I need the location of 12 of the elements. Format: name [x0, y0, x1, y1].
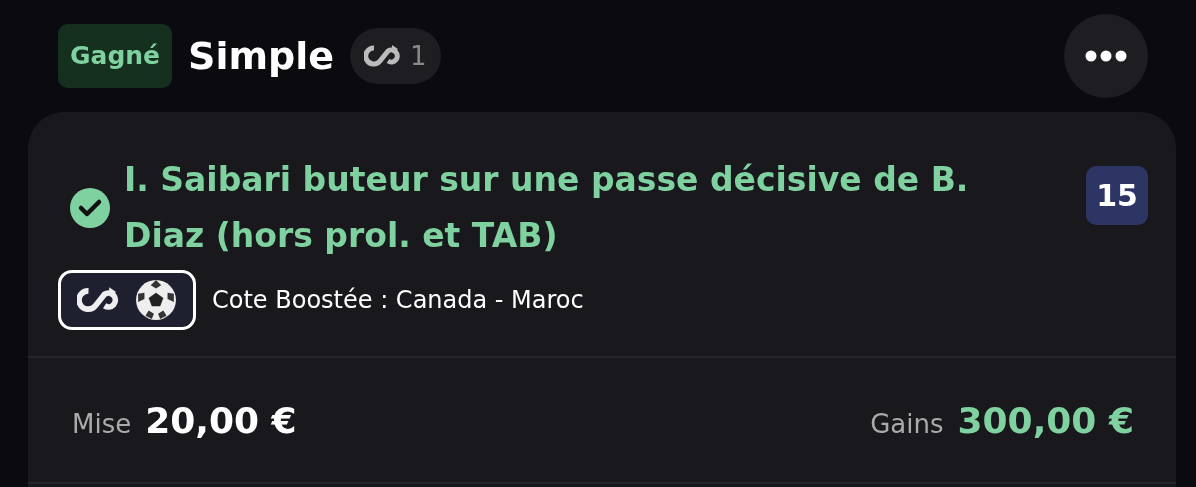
ellipsis-icon	[1084, 50, 1128, 62]
bet-type-title: Simple	[188, 34, 335, 78]
soccer-ball-icon	[135, 279, 177, 321]
gains-amount: 300,00 €	[957, 399, 1134, 441]
status-badge: Gagné	[58, 24, 173, 88]
stake-amount: 20,00 €	[145, 399, 297, 441]
odds-badge: 15	[1086, 166, 1148, 225]
event-label: Cote Boostée : Canada - Maroc	[212, 286, 584, 314]
selection-title: I. Saibari buteur sur une passe décisive de B. Diaz (hors prol. et TAB)	[124, 159, 970, 257]
boost-count-badge: 1	[350, 28, 441, 84]
gains-label: Gains	[870, 408, 944, 439]
stake-label: Mise	[72, 408, 132, 439]
